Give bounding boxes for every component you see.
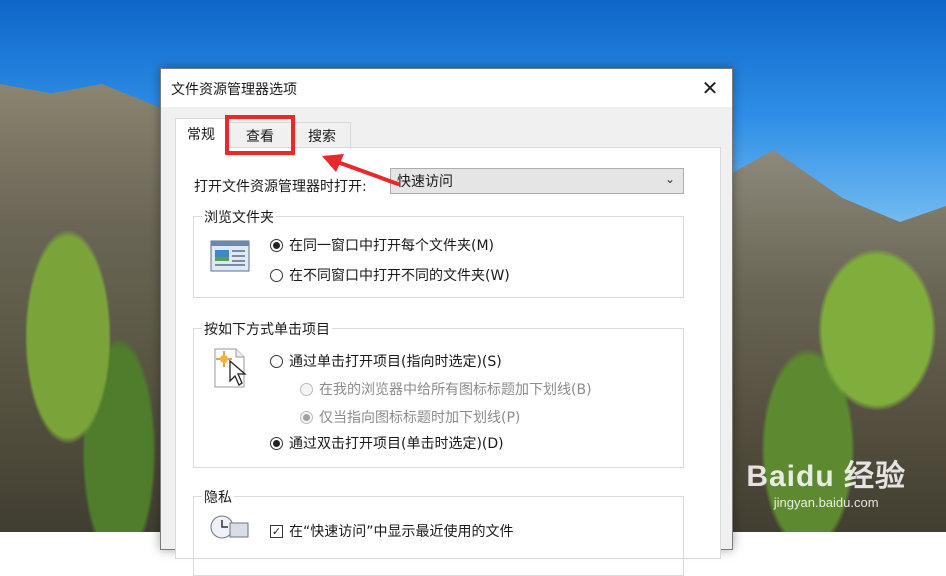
radio-button[interactable] xyxy=(300,410,313,424)
clock-icon xyxy=(208,511,250,545)
radio-button[interactable] xyxy=(270,238,283,252)
radio-single-click[interactable]: 通过单击打开项目(指向时选定)(S) xyxy=(270,351,502,371)
radio-underline-all-label: 在我的浏览器中给所有图标标题加下划线(B) xyxy=(319,382,592,398)
folder-window-icon xyxy=(210,239,250,277)
privacy-group: 隐私 ✓ 在“快速访问”中显示最近使用的文件 xyxy=(193,487,684,576)
open-explorer-select[interactable]: 快速访问 ⌄ xyxy=(390,168,684,194)
radio-button[interactable] xyxy=(270,268,283,282)
radio-new-window[interactable]: 在不同窗口中打开不同的文件夹(W) xyxy=(270,265,510,285)
radio-underline-point-label: 仅当指向图标标题时加下划线(P) xyxy=(319,410,521,426)
close-icon[interactable]: ✕ xyxy=(688,69,732,107)
radio-same-window-label: 在同一窗口中打开每个文件夹(M) xyxy=(289,238,495,254)
cliff-left-scenery xyxy=(0,84,170,532)
watermark: Baidu 经验 jingyan.baidu.com xyxy=(746,451,906,510)
annotation-arrow-icon xyxy=(322,154,400,186)
watermark-logo: Baidu 经验 xyxy=(746,460,906,493)
annotation-highlight-box xyxy=(225,115,295,155)
privacy-title: 隐私 xyxy=(202,487,234,507)
watermark-url: jingyan.baidu.com xyxy=(773,495,879,510)
click-items-group: 按如下方式单击项目 通过单击打开项目(指向时选定)(S) 在我的浏览器中给所有图… xyxy=(193,319,684,468)
radio-same-window[interactable]: 在同一窗口中打开每个文件夹(M) xyxy=(270,235,494,255)
tab-general[interactable]: 常规 xyxy=(175,118,227,149)
general-tab-panel: 打开文件资源管理器时打开: 快速访问 ⌄ 浏览文件夹 在同一窗口中打开每个文件夹… xyxy=(175,147,721,576)
radio-new-window-label: 在不同窗口中打开不同的文件夹(W) xyxy=(289,268,510,284)
browse-folders-group: 浏览文件夹 在同一窗口中打开每个文件夹(M) 在不同窗口中打开不同的文件夹(W) xyxy=(193,207,684,298)
radio-button[interactable] xyxy=(270,436,283,450)
radio-button[interactable] xyxy=(270,354,283,368)
radio-underline-point[interactable]: 仅当指向图标标题时加下划线(P) xyxy=(300,407,520,427)
chevron-down-icon: ⌄ xyxy=(664,172,675,186)
check-icon[interactable]: ✓ xyxy=(270,524,283,538)
click-pointer-icon xyxy=(212,347,250,393)
radio-single-click-label: 通过单击打开项目(指向时选定)(S) xyxy=(289,354,502,370)
checkbox-recent-files-label: 在“快速访问”中显示最近使用的文件 xyxy=(289,524,514,540)
radio-underline-all[interactable]: 在我的浏览器中给所有图标标题加下划线(B) xyxy=(300,379,592,399)
click-items-title: 按如下方式单击项目 xyxy=(202,319,332,339)
radio-button[interactable] xyxy=(300,382,313,396)
browse-folders-title: 浏览文件夹 xyxy=(202,207,276,227)
radio-double-click-label: 通过双击打开项目(单击时选定)(D) xyxy=(289,436,504,452)
dialog-title: 文件资源管理器选项 xyxy=(171,82,297,98)
radio-double-click[interactable]: 通过双击打开项目(单击时选定)(D) xyxy=(270,433,504,453)
checkbox-recent-files[interactable]: ✓ 在“快速访问”中显示最近使用的文件 xyxy=(270,521,514,541)
title-bar: 文件资源管理器选项 ✕ xyxy=(161,69,732,107)
